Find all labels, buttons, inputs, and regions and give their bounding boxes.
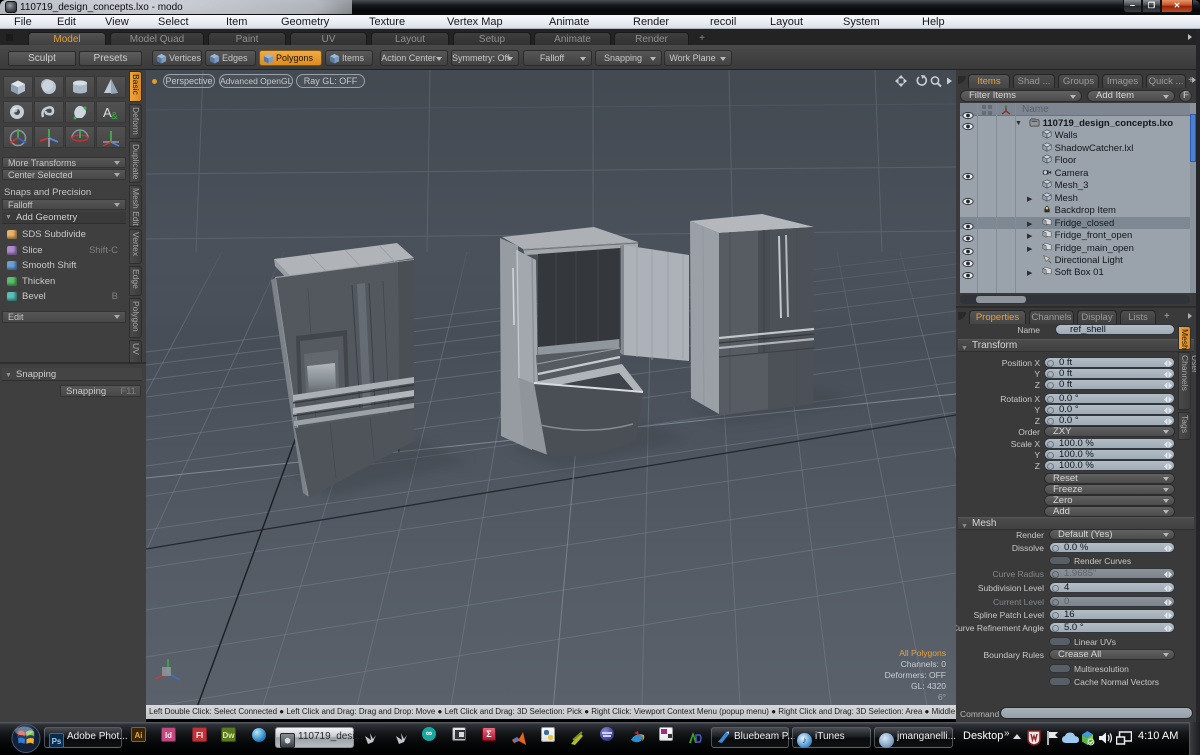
svg-text:&: & (111, 111, 118, 122)
